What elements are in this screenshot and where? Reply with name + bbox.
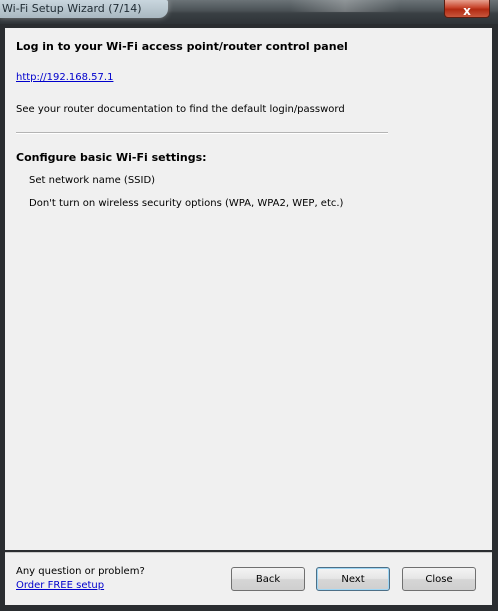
help-question: Any question or problem? [16,566,145,577]
title-plate: Wi-Fi Setup Wizard (7/14) [0,0,168,18]
router-doc-hint: See your router documentation to find th… [16,104,345,115]
wizard-footer: Any question or problem? Order FREE setu… [5,552,492,605]
router-url-link[interactable]: http://192.168.57.1 [16,72,113,83]
section-divider [16,132,388,134]
next-button[interactable]: Next [316,567,390,591]
step-heading: Log in to your Wi-Fi access point/router… [16,40,348,53]
back-button[interactable]: Back [231,567,305,591]
settings-item-ssid: Set network name (SSID) [29,175,156,186]
close-button[interactable]: Close [402,567,476,591]
step-content-panel: Log in to your Wi-Fi access point/router… [5,28,492,550]
title-bar[interactable]: Wi-Fi Setup Wizard (7/14) x [0,0,498,24]
settings-item-security: Don't turn on wireless security options … [29,198,344,209]
window-close-button[interactable]: x [444,0,490,18]
window-title: Wi-Fi Setup Wizard (7/14) [2,2,142,15]
close-icon: x [463,4,471,18]
settings-heading: Configure basic Wi-Fi settings: [16,151,207,164]
order-setup-link[interactable]: Order FREE setup [16,580,104,591]
wizard-window: Wi-Fi Setup Wizard (7/14) x Log in to yo… [0,0,498,611]
title-bar-sheen [290,0,400,12]
